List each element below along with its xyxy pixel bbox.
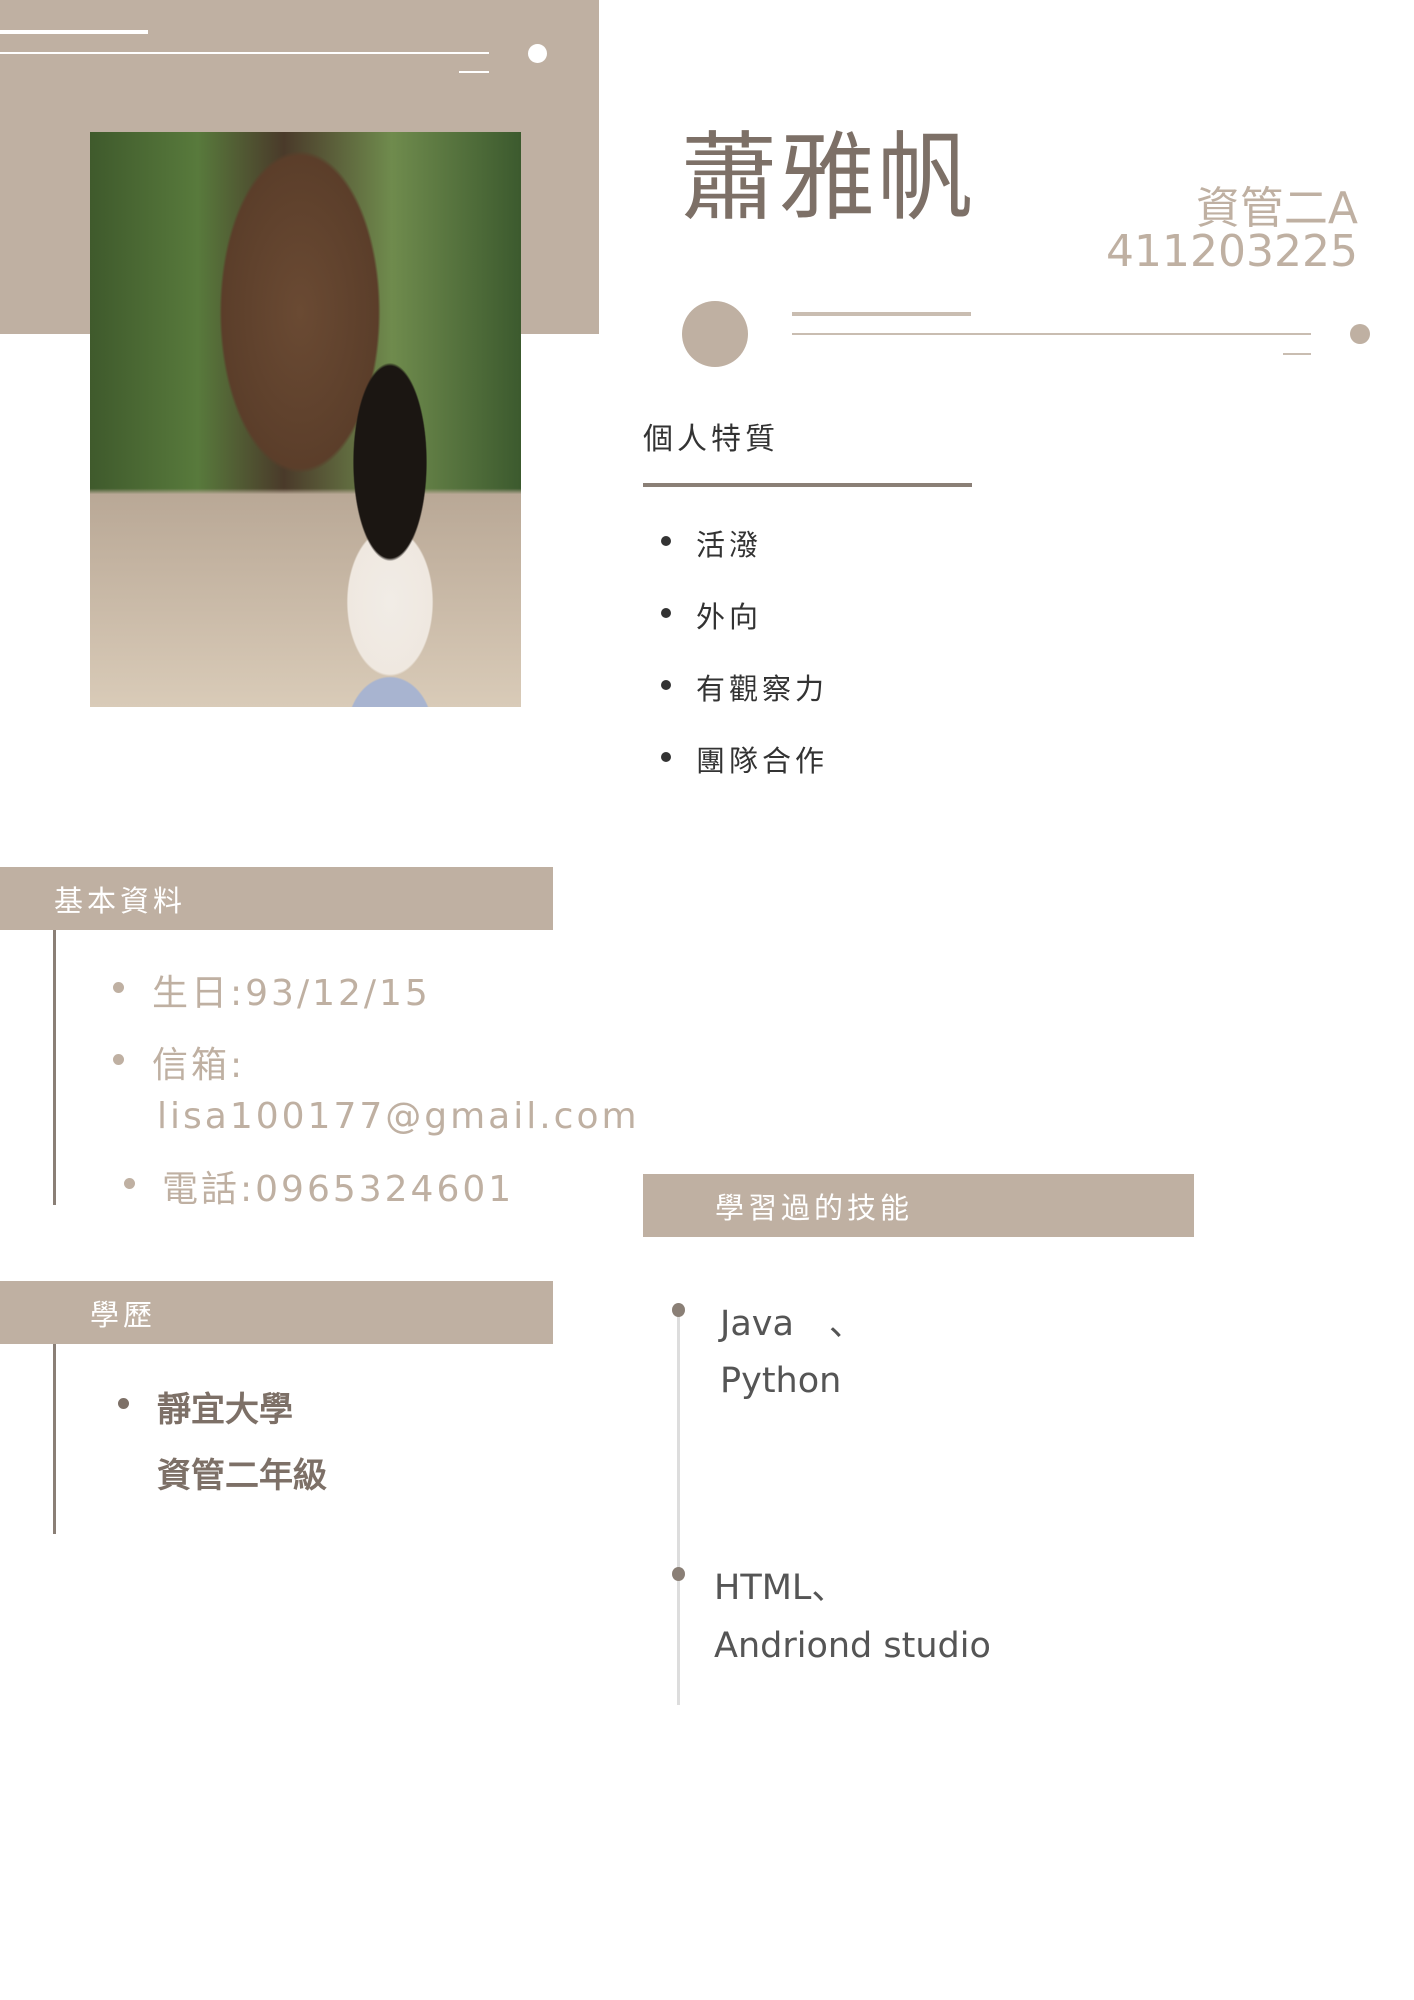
decor-line [1283,353,1311,355]
bullet-icon [672,1303,685,1317]
decor-dot [528,44,547,63]
skills-header: 學習過的技能 [643,1174,1194,1237]
decor-line [0,52,489,54]
basic-info-header: 基本資料 [0,867,553,930]
education-header: 學歷 [0,1281,553,1344]
education-title: 學歷 [90,1297,157,1332]
bullet-icon [661,752,671,762]
skill-item: Andriond studio [714,1626,991,1666]
bullet-icon [661,536,671,546]
student-id: 411203225 [1106,226,1358,277]
birthday: 生日:93/12/15 [152,973,431,1014]
decor-line [459,71,489,73]
timeline-line [53,930,56,1205]
decor-line [792,312,971,316]
school-name: 靜宜大學 [157,1390,293,1430]
decor-line [0,30,148,34]
skill-item: Python [720,1361,842,1401]
list-item: 團隊合作 [696,744,829,778]
bullet-icon [118,1398,129,1409]
timeline-line [53,1344,56,1534]
skills-title: 學習過的技能 [715,1190,914,1225]
phone: 電話:0965324601 [162,1169,515,1210]
bullet-icon [113,1054,124,1065]
bullet-icon [124,1178,135,1189]
bullet-icon [661,608,671,618]
skill-item: Java 、 [720,1304,864,1344]
traits-title: 個人特質 [643,422,779,457]
email-label: 信箱: [152,1045,246,1086]
list-item: 活潑 [696,528,763,562]
traits-underline [643,483,972,487]
bullet-icon [672,1567,685,1581]
bullet-icon [113,982,124,993]
profile-photo [90,132,521,707]
grade: 資管二年級 [157,1456,327,1496]
basic-info-title: 基本資料 [54,883,187,918]
decor-line [792,333,1311,335]
email: lisa100177@gmail.com [157,1096,640,1137]
skill-item: HTML、 [714,1568,847,1608]
person-name: 蕭雅帆 [681,122,975,234]
list-item: 有觀察力 [696,672,829,706]
list-item: 外向 [696,600,763,634]
bullet-icon [661,680,671,690]
decor-dot [1350,324,1370,344]
decor-circle [682,301,748,367]
skills-timeline-line [677,1305,680,1705]
